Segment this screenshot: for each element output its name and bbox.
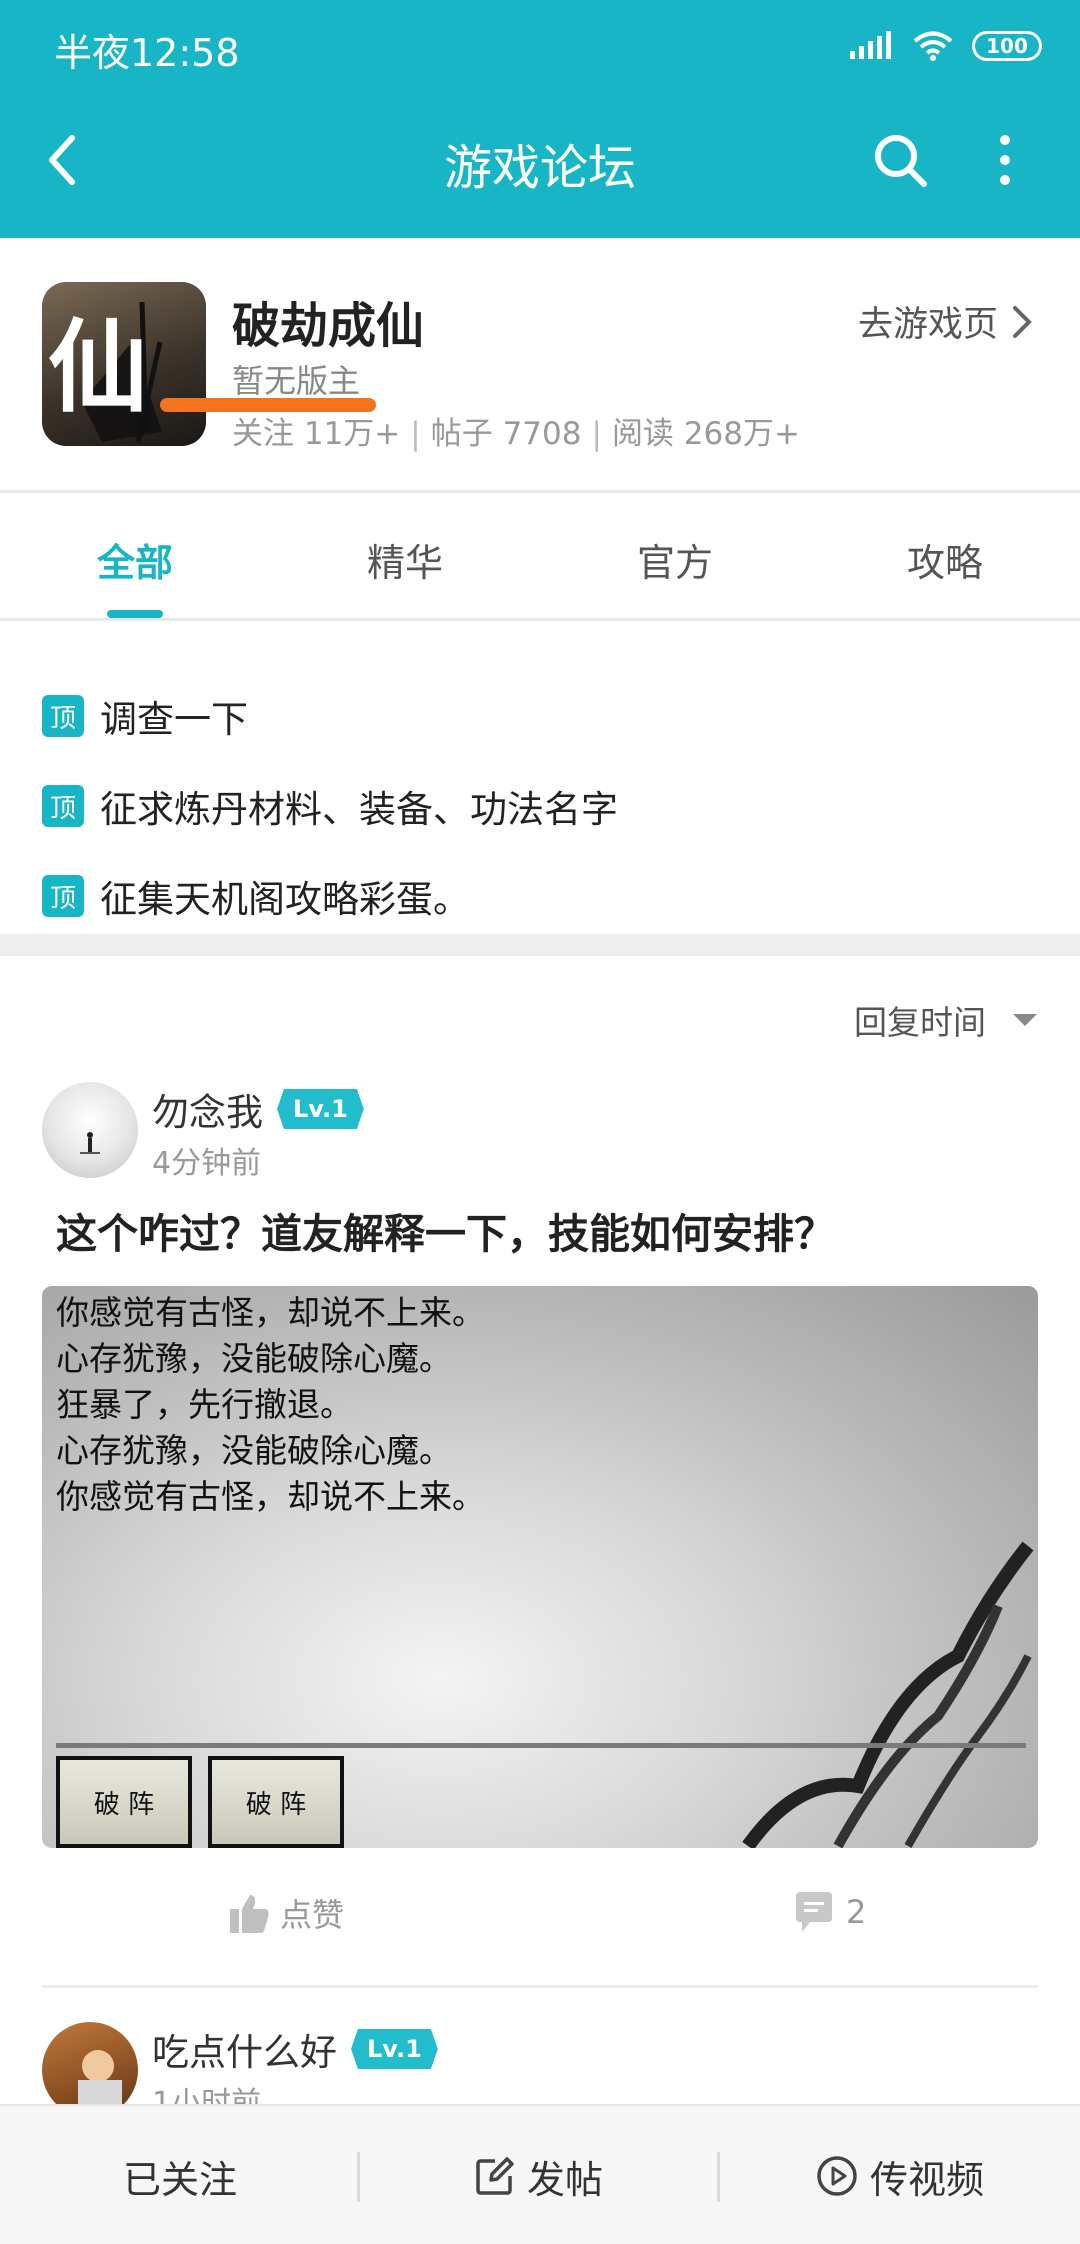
like-label: 点赞 [280,1896,345,1934]
pinned-item[interactable]: 顶 征求炼丹材料、装备、功法名字 [42,776,618,836]
game-header: 仙 破劫成仙 暂无版主 关注 11万+ | 帖子 7708 | 阅读 268万+ 去游戏… [0,238,1080,490]
battery-icon: 100 [972,31,1042,61]
read-count: 阅读 268万+ [611,416,800,452]
ink-mountain-art [742,1541,1034,1848]
sort-label: 回复时间 [854,1003,986,1042]
post-actions: 点赞 2 [0,1890,1080,1950]
tab-featured[interactable]: 精华 [270,492,540,618]
image-text-line: 你感觉有古怪，却说不上来。 [56,1293,485,1332]
image-text-line: 心存犹豫，没能破除心魔。 [56,1431,452,1470]
follow-count: 关注 11万+ [232,416,401,452]
divider [0,618,1080,621]
image-text-line: 你感觉有古怪，却说不上来。 [56,1477,485,1516]
image-divider [56,1743,1026,1748]
more-options-icon[interactable] [990,130,1020,190]
image-text-line: 狂暴了，先行撤退。 [56,1385,353,1424]
pinned-badge: 顶 [42,785,84,827]
image-text-line: 心存犹豫，没能破除心魔。 [56,1339,452,1378]
avatar-figure [80,1132,100,1154]
upload-video-button[interactable]: 传视频 [720,2106,1080,2244]
post-author[interactable]: 勿念我 Lv.1 [152,1082,364,1136]
avatar[interactable] [42,1082,138,1178]
section-separator [0,934,1080,956]
game-stats: 关注 11万+ | 帖子 7708 | 阅读 268万+ [232,416,800,452]
author-name: 勿念我 [152,1091,263,1134]
tab-bar: 全部 精华 官方 攻略 [0,492,1080,618]
image-skill-button: 破 阵 [56,1756,192,1848]
comment-button[interactable]: 2 [792,1890,866,1934]
like-button[interactable]: 点赞 [228,1890,344,1936]
game-icon[interactable]: 仙 [42,282,206,446]
new-post-button[interactable]: 发帖 [360,2106,718,2244]
edit-icon [476,2157,514,2195]
new-post-label: 发帖 [526,2157,603,2202]
goto-game-link[interactable]: 去游戏页 [858,296,1032,347]
search-icon[interactable] [870,130,930,190]
app-header: 半夜12:58 100 游戏论坛 [0,0,1080,238]
author-name: 吃点什么好 [152,2031,337,2074]
moderator-label: 暂无版主 [232,362,361,400]
sort-dropdown[interactable]: 回复时间 [854,996,1038,1044]
tab-all[interactable]: 全部 [0,492,270,618]
status-bar: 半夜12:58 100 [0,0,1080,92]
pinned-title: 调查一下 [100,698,248,741]
bottom-action-bar: 已关注 发帖 传视频 [0,2104,1080,2244]
status-icons: 100 [848,26,1042,66]
post-image[interactable]: 你感觉有古怪，却说不上来。 心存犹豫，没能破除心魔。 狂暴了，先行撤退。 心存犹… [42,1286,1038,1848]
post-title[interactable]: 这个咋过？道友解释一下，技能如何安排？ [56,1200,835,1260]
post-time: 4分钟前 [152,1146,262,1181]
post-author[interactable]: 吃点什么好 Lv.1 [152,2022,438,2076]
caret-down-icon [1013,1014,1037,1026]
following-label: 已关注 [122,2157,237,2202]
upload-video-label: 传视频 [869,2157,984,2202]
pinned-list: 顶 调查一下 顶 征求炼丹材料、装备、功法名字 顶 征集天机阁攻略彩蛋。 [0,622,1080,934]
pinned-badge: 顶 [42,875,84,917]
play-circle-icon [817,2156,857,2196]
pinned-item[interactable]: 顶 征集天机阁攻略彩蛋。 [42,866,470,926]
comment-icon [796,1892,832,1932]
chevron-right-icon [1013,305,1032,338]
pinned-title: 征求炼丹材料、装备、功法名字 [100,788,618,831]
signal-icon [850,31,891,59]
image-skill-button: 破 阵 [208,1756,344,1848]
tab-official[interactable]: 官方 [540,492,810,618]
status-time: 半夜12:58 [54,31,240,75]
level-badge: Lv.1 [351,2029,438,2069]
post-divider [42,1985,1038,1988]
tab-guides[interactable]: 攻略 [810,492,1080,618]
game-name: 破劫成仙 [232,298,425,354]
pinned-title: 征集天机阁攻略彩蛋。 [100,878,470,921]
wifi-icon [913,31,953,61]
pinned-badge: 顶 [42,695,84,737]
tab-indicator [107,610,163,618]
pinned-item[interactable]: 顶 调查一下 [42,686,248,746]
level-badge: Lv.1 [277,1089,364,1129]
goto-game-label: 去游戏页 [857,305,998,345]
post-count: 帖子 7708 [430,416,582,452]
following-button[interactable]: 已关注 [0,2106,360,2244]
comment-count: 2 [846,1893,867,1931]
game-icon-text: 仙 [48,308,148,426]
thumbs-up-icon [230,1895,269,1933]
